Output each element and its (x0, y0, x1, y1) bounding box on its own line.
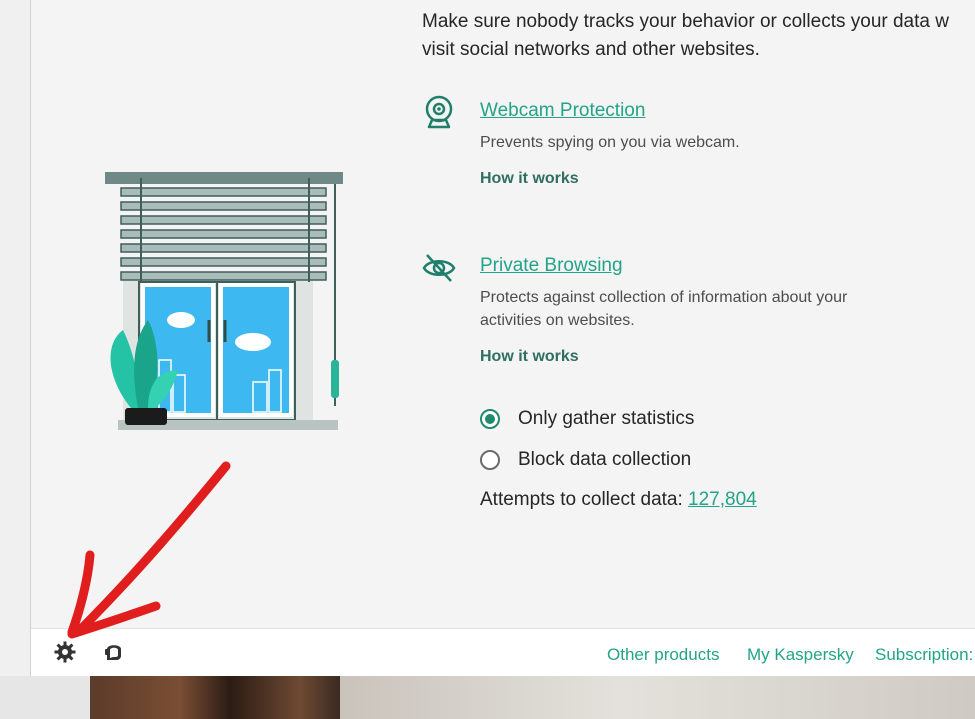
private-browsing-link[interactable]: Private Browsing (480, 255, 623, 277)
desktop-background (0, 676, 975, 719)
radio-block-data-collection[interactable]: Block data collection (480, 446, 691, 474)
my-kaspersky-link[interactable]: My Kaspersky (747, 645, 854, 665)
private-browsing-description-line-2: activities on websites. (480, 312, 635, 329)
footer-bar: Other products My Kaspersky Subscription… (31, 628, 975, 676)
window-blinds-illustration (105, 172, 343, 430)
attempts-label: Attempts to collect data: (480, 489, 689, 510)
private-browsing-description: Protects against collection of informati… (480, 286, 847, 332)
radio-label: Block data collection (518, 449, 692, 470)
background-window-edge (0, 0, 30, 676)
gear-icon[interactable] (53, 640, 77, 664)
radio-button-selected[interactable] (480, 409, 500, 429)
kaspersky-window: Make sure nobody tracks your behavior or… (30, 0, 975, 676)
intro-line-1: Make sure nobody tracks your behavior or… (422, 11, 949, 32)
radio-label: Only gather statistics (518, 408, 695, 429)
eye-slash-icon (422, 254, 456, 282)
intro-line-2: visit social networks and other websites… (422, 39, 760, 60)
webcam-how-it-works-link[interactable]: How it works (480, 170, 579, 188)
webcam-protection-link[interactable]: Webcam Protection (480, 100, 645, 122)
private-browsing-description-line-1: Protects against collection of informati… (480, 289, 848, 306)
subscription-link[interactable]: Subscription: (875, 645, 973, 665)
other-products-link[interactable]: Other products (607, 645, 719, 665)
support-icon[interactable] (102, 640, 126, 664)
private-browsing-how-it-works-link[interactable]: How it works (480, 348, 579, 366)
radio-button[interactable] (480, 450, 500, 470)
attempts-count-link[interactable]: 127,804 (688, 489, 757, 510)
webcam-protection-description: Prevents spying on you via webcam. (480, 134, 740, 151)
intro-text: Make sure nobody tracks your behavior or… (422, 8, 975, 64)
radio-only-gather-statistics[interactable]: Only gather statistics (480, 405, 694, 433)
attempts-to-collect-data: Attempts to collect data: 127,804 (480, 489, 757, 511)
webcam-icon (425, 95, 453, 129)
